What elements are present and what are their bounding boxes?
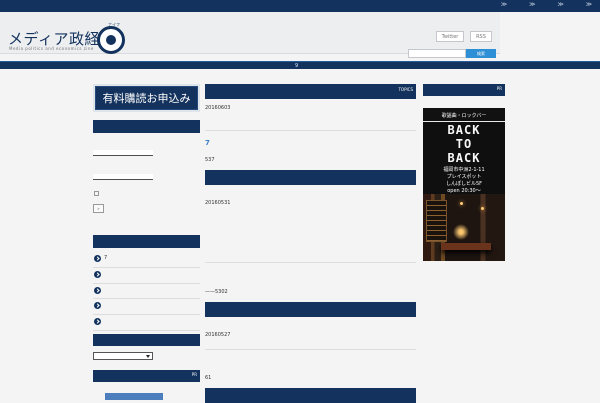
top-links: ≫ ≫ ≫ ≫ — [501, 1, 592, 8]
section-header — [205, 170, 416, 185]
list-item[interactable]: 7 — [93, 252, 200, 268]
topics-header: TOPICS — [205, 84, 416, 99]
username-field[interactable] — [93, 150, 153, 156]
article-date: 20160531 — [205, 200, 231, 206]
list-item[interactable] — [93, 284, 200, 300]
list-item[interactable] — [93, 315, 200, 331]
main-nav: 9 — [0, 61, 600, 69]
remember-checkbox[interactable] — [94, 191, 99, 196]
logo-ring-icon — [97, 26, 125, 54]
sidebar-login-header — [93, 120, 200, 133]
chevron-right-icon — [94, 270, 101, 278]
rss-button[interactable]: RSS — [470, 31, 492, 42]
table-image — [441, 243, 491, 250]
topics-label: TOPICS — [398, 87, 413, 92]
chevron-right-icon — [94, 318, 101, 326]
sidebar-ad-strip[interactable] — [105, 393, 163, 400]
top-link-3[interactable]: ≫ — [557, 1, 563, 8]
subscribe-button[interactable]: 有料購読お申込み — [93, 84, 200, 112]
ad-building: しんぽしビル5F — [445, 181, 483, 187]
section-header — [205, 302, 416, 317]
ad-caption: 歌謡曲・ロックバー — [423, 109, 505, 122]
site-logo[interactable]: メディア政経 Media politics and economics zine… — [8, 22, 128, 58]
ad-title-line: BACK — [447, 151, 481, 165]
chevron-right-icon — [94, 255, 101, 262]
archive-select[interactable] — [93, 352, 153, 360]
section-header — [205, 388, 416, 403]
right-pr-header: PR — [423, 84, 505, 96]
sidebar-select-header — [93, 334, 200, 346]
site-header: メディア政経 Media politics and economics zine… — [0, 12, 500, 58]
ad-title-line: BACK — [447, 123, 481, 137]
lamp-icon — [481, 207, 484, 210]
list-item[interactable] — [93, 268, 200, 284]
search-button[interactable]: 検索 — [466, 49, 496, 58]
sidebar-pr-header: PR — [93, 370, 200, 382]
top-link-1[interactable]: ≫ — [501, 1, 507, 8]
ad-details: 福岡市中洲2-1-11 プレイスポット しんぽしビル5F open 20:30～ — [423, 167, 505, 195]
chevron-right-icon — [94, 286, 101, 294]
article-date: 20160603 — [205, 105, 231, 111]
twitter-button[interactable]: Twitter — [436, 31, 464, 42]
article-date: 20160527 — [205, 332, 231, 338]
logo-subtitle: Media politics and economics zine — [9, 46, 94, 51]
article-count: 537 — [205, 157, 215, 163]
sidebar-list-header — [93, 235, 200, 248]
ad-title-line: TO — [455, 137, 473, 151]
password-field[interactable] — [93, 174, 153, 180]
top-bar: ≫ ≫ ≫ ≫ — [0, 0, 600, 12]
list-item[interactable] — [93, 299, 200, 316]
bar-photo — [423, 194, 505, 261]
sidebar-pr-label: PR — [191, 372, 197, 377]
ad-place: プレイスポット — [446, 174, 482, 180]
bookshelf-image — [426, 200, 447, 242]
article-title[interactable]: 7 — [205, 139, 210, 147]
article-count: 61 — [205, 375, 212, 381]
list-item-label: 7 — [104, 255, 108, 261]
ad-title: BACK TO BACK — [423, 123, 505, 165]
divider — [205, 130, 416, 131]
divider — [205, 262, 416, 263]
bar-advertisement[interactable]: 歌謡曲・ロックバー BACK TO BACK 福岡市中洲2-1-11 プレイスポ… — [423, 108, 505, 261]
divider — [205, 349, 416, 350]
search-input[interactable] — [408, 49, 466, 58]
top-link-2[interactable]: ≫ — [529, 1, 535, 8]
ad-address: 福岡市中洲2-1-11 — [443, 167, 485, 173]
sidebar-list: 7 — [93, 252, 200, 331]
top-link-4[interactable]: ≫ — [586, 1, 592, 8]
article-snippet: ——5302 — [205, 289, 228, 295]
nav-item[interactable]: 9 — [295, 63, 298, 69]
right-pr-label: PR — [496, 86, 502, 91]
lamp-icon — [460, 202, 463, 205]
chevron-right-icon — [94, 302, 101, 310]
login-button[interactable]: » — [93, 204, 104, 213]
